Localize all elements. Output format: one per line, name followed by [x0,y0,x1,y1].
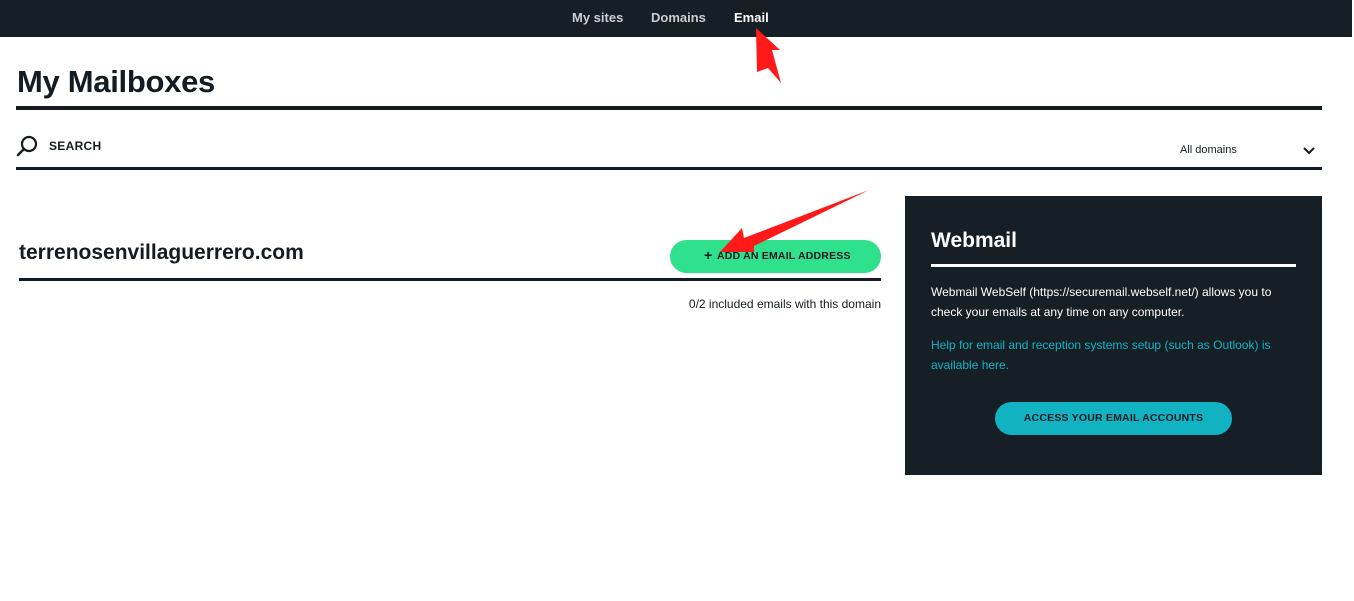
nav-item-domains[interactable]: Domains [651,10,706,25]
webmail-divider [931,264,1296,267]
title-divider [16,106,1322,110]
domain-filter-value: All domains [1180,144,1237,156]
webmail-description: Webmail WebSelf (https://securemail.webs… [931,285,1272,319]
domain-filter-select[interactable]: All domains [1176,140,1322,162]
search-button[interactable]: SEARCH [49,139,101,153]
search-icon[interactable] [16,135,40,157]
page-title: My Mailboxes [17,64,215,99]
domain-divider [19,278,881,281]
add-email-address-label: ADD AN EMAIL ADDRESS [717,250,851,262]
email-quota-text: 0/2 included emails with this domain [688,297,881,311]
nav-item-email[interactable]: Email [734,10,769,25]
top-nav-bar: My sites Domains Email [0,0,1354,37]
webmail-panel: Webmail Webmail WebSelf (https://securem… [905,196,1322,475]
webmail-title: Webmail [931,229,1017,252]
chevron-down-icon [1303,147,1315,155]
webmail-help-link[interactable]: Help for email and reception systems set… [931,335,1296,375]
access-email-accounts-button[interactable]: ACCESS YOUR EMAIL ACCOUNTS [995,402,1232,435]
plus-icon: + [704,247,713,263]
nav-item-my-sites[interactable]: My sites [572,10,623,25]
search-divider [16,167,1322,170]
domain-name: terrenosenvillaguerrero.com [19,241,304,264]
access-email-accounts-label: ACCESS YOUR EMAIL ACCOUNTS [1023,412,1204,424]
add-email-address-button[interactable]: + ADD AN EMAIL ADDRESS [670,240,881,273]
